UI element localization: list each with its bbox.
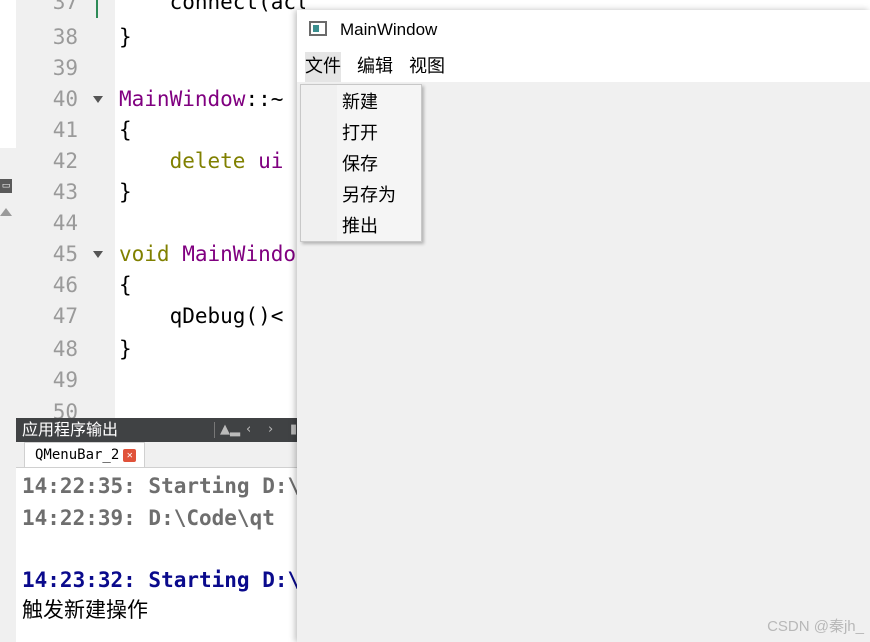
output-pane-header: 应用程序输出 ▲▂ ‹ › ▮ [16,418,298,442]
menu-view[interactable]: 视图 [409,52,445,82]
code-line: qDebug()< [119,304,284,328]
fold-arrow-icon[interactable] [93,251,103,258]
output-pane-title: 应用程序输出 [22,420,119,439]
up-arrow-icon[interactable] [0,208,12,216]
tab-label: QMenuBar_2 [35,447,120,463]
line-number: 39 [52,56,78,80]
window-titlebar[interactable]: MainWindow [297,10,870,52]
next-icon[interactable]: › [268,418,273,442]
output-tab-bar: QMenuBar_2 ✕ [16,442,298,468]
code-line: { [119,118,132,142]
line-number: 42 [52,149,78,173]
code-line: } [119,337,132,361]
output-line: 14:23:32: Starting D:\Code\qt [22,568,298,592]
menu-edit[interactable]: 编辑 [357,52,393,82]
menu-item-1[interactable]: 打开 [342,118,378,149]
window-title: MainWindow [340,20,438,39]
line-number: 38 [52,25,78,49]
menu-bar: 文件 编辑 视图 [297,52,870,82]
code-line: void MainWindo [119,242,297,266]
line-number: 46 [52,273,78,297]
close-icon[interactable]: ✕ [123,448,137,462]
code-line: connect(action5,&QAction::triggered,this… [169,0,305,14]
output-line: 触发新建操作 [22,598,148,622]
line-number: 44 [52,211,78,235]
line-number: 41 [52,118,78,142]
code-line: { [119,273,132,297]
line-number: 47 [52,304,78,328]
code-line: } [119,25,132,49]
left-sidebar-strip: ▭ [0,0,16,642]
sidebar-panel [0,148,16,642]
line-number: 43 [52,180,78,204]
prev-icon[interactable]: ‹ [246,418,251,442]
menu-item-3[interactable]: 另存为 [342,180,396,211]
change-marker [96,0,98,18]
line-number: 45 [52,242,78,266]
fold-arrow-icon[interactable] [93,96,103,103]
line-number: 40 [52,87,78,111]
output-line: 14:22:39: D:\Code\qt [22,506,275,530]
watermark: CSDN @秦jh_ [767,618,864,635]
menu-item-4[interactable]: 推出 [342,211,378,242]
window-icon [309,21,327,36]
menu-file[interactable]: 文件 [305,52,341,82]
menu-item-2[interactable]: 保存 [342,149,378,180]
menu-icon-column [301,85,337,241]
line-number: 48 [52,337,78,361]
header-separator [214,422,215,438]
collapse-icon[interactable]: ▭ [0,179,12,193]
code-line: MainWindow::~ [119,87,284,111]
line-number: 37 [52,0,78,14]
file-menu-dropdown: 新建 打开 保存 另存为 推出 [300,84,422,242]
output-line: 14:22:35: Starting D:\Code\qt [22,474,298,498]
line-number: 49 [52,368,78,392]
filter-icon[interactable]: ▲▂ [220,418,240,442]
menu-item-0[interactable]: 新建 [342,87,378,118]
code-line: } [119,180,132,204]
output-log[interactable]: 14:22:35: Starting D:\Code\qt 14:22:39: D… [16,468,298,642]
tab-qmenubar[interactable]: QMenuBar_2 ✕ [24,442,146,467]
code-line: delete ui [169,149,284,173]
